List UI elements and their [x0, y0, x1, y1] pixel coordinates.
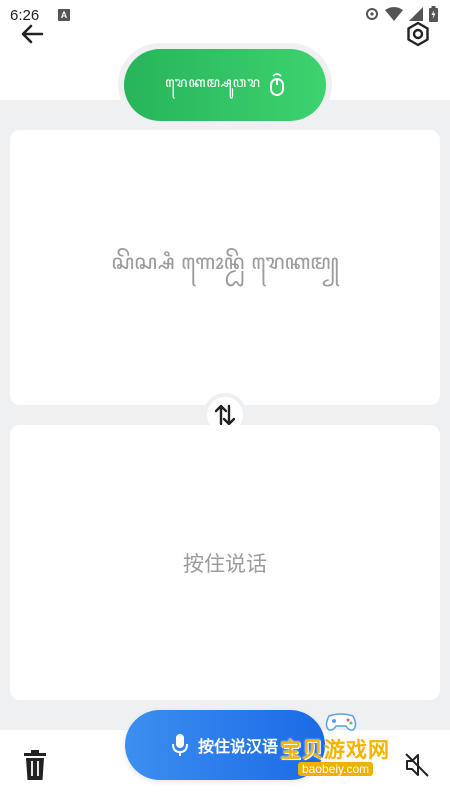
source-speech-card[interactable]: ꦱꦼꦱ꧀ꦱꦶ ꦒꦺꦴꦤ꧀ꦝꦼ ꦫꦺꦏꦩ꧀: [10, 130, 440, 405]
watermark-url: baobeiy.com: [298, 762, 374, 776]
notification-a-icon: A: [58, 9, 70, 21]
watermark-text: 宝贝游戏网: [280, 738, 390, 762]
gamepad-icon: [325, 713, 357, 731]
wifi-icon: [385, 7, 403, 21]
watermark-logo: 宝贝游戏网 baobeiy.com: [280, 712, 420, 782]
target-prompt: 按住说话: [183, 551, 267, 576]
swap-arrows-icon: [214, 404, 236, 426]
target-speech-card[interactable]: 按住说话: [10, 425, 440, 700]
settings-hexagon-icon: [407, 21, 429, 47]
talk-button-label: 按住说汉语: [197, 737, 278, 756]
source-prompt: ꦱꦼꦱ꧀ꦱꦶ ꦒꦺꦴꦤ꧀ꦝꦼ ꦫꦺꦏꦩ꧀: [111, 250, 339, 274]
settings-button[interactable]: [404, 20, 432, 48]
status-bar: 6:26 A: [0, 0, 450, 32]
back-arrow-icon: [21, 24, 44, 44]
mode-label: ꦫꦺꦏꦩ꧀ꦱꦸꦮꦫ: [165, 74, 261, 91]
trash-icon: [24, 750, 46, 780]
signal-icon: [409, 7, 423, 21]
microphone-icon: [171, 734, 188, 756]
settings-gear-icon: [366, 8, 378, 20]
mouse-icon: [269, 73, 284, 96]
mode-toggle-button[interactable]: ꦫꦺꦏꦩ꧀ꦱꦸꦮꦫ: [124, 49, 326, 121]
clear-button[interactable]: [22, 749, 48, 781]
back-button[interactable]: [18, 20, 48, 48]
